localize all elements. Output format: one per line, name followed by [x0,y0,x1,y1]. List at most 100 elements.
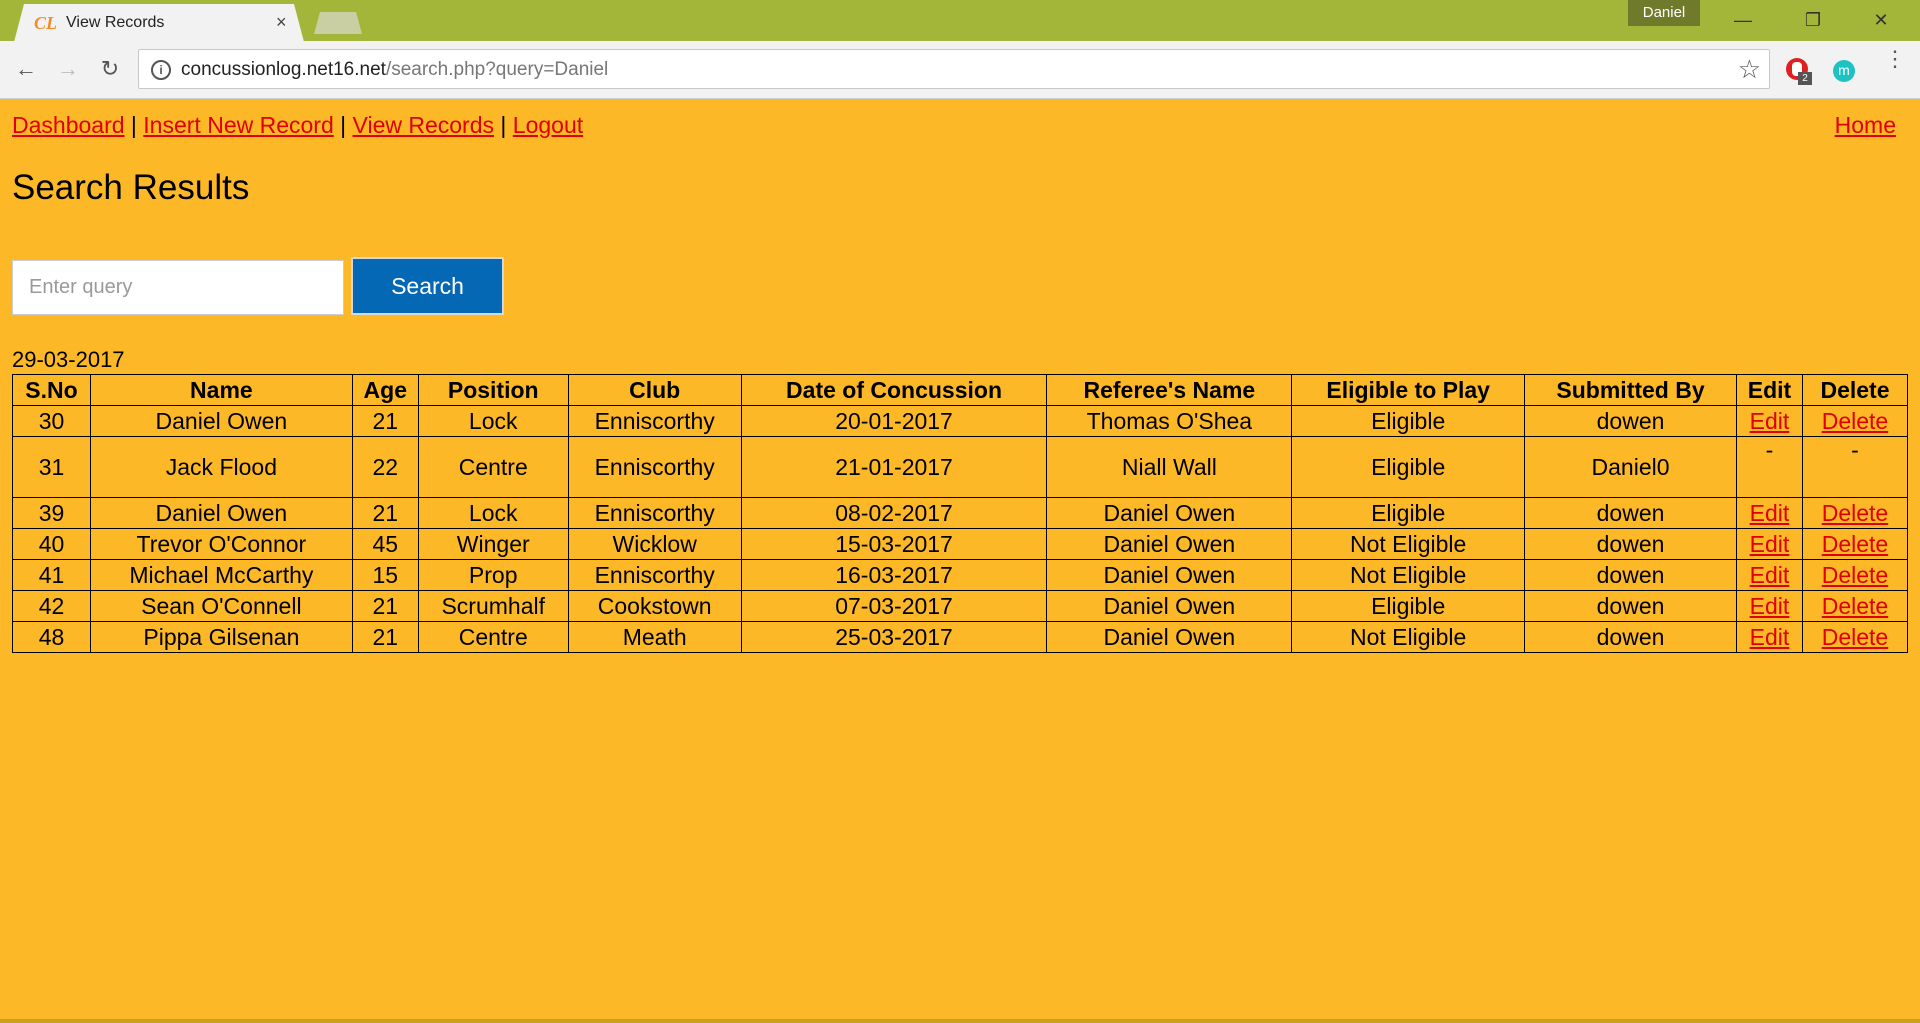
column-header-sno: S.No [12,374,91,406]
cell-date: 21-01-2017 [740,436,1048,498]
nav-link-view-records[interactable]: View Records [353,112,494,138]
url-text[interactable]: concussionlog.net16.net/search.php?query… [181,59,608,81]
edit-link[interactable]: Edit [1750,500,1790,526]
delete-link[interactable]: Delete [1822,531,1888,557]
cell-sno: 42 [12,590,91,622]
site-info-icon[interactable]: i [151,60,171,80]
table-row: 41 Michael McCarthy 15 Prop Enniscorthy … [12,559,1909,591]
nav-link-home[interactable]: Home [1835,112,1896,139]
cell-delete: Delete [1801,497,1909,529]
cell-submitted-by: dowen [1524,559,1737,591]
search-button[interactable]: Search [351,257,504,315]
nav-link-logout[interactable]: Logout [513,112,583,138]
cell-name: Pippa Gilsenan [89,621,353,653]
url-path: /search.php?query=Daniel [385,59,609,80]
column-header-submitted-by: Submitted By [1524,374,1737,406]
edit-link[interactable]: Edit [1750,593,1790,619]
cell-sno: 48 [12,621,91,653]
cell-position: Prop [417,559,569,591]
delete-link[interactable]: Delete [1822,593,1888,619]
cell-sno: 39 [12,497,91,529]
adblock-extension-icon[interactable]: 2 [1784,58,1812,85]
cell-age: 21 [351,621,419,653]
page-content: Dashboard | Insert New Record | View Rec… [0,100,1920,1023]
cell-delete: Delete [1801,405,1909,437]
cell-delete: Delete [1801,590,1909,622]
nav-link-insert-new-record[interactable]: Insert New Record [143,112,333,138]
browser-toolbar: ← → ↻ i concussionlog.net16.net/search.p… [0,41,1920,99]
cell-eligible: Not Eligible [1291,621,1526,653]
cell-eligible: Eligible [1291,497,1526,529]
chrome-menu-icon[interactable]: ⋮ [1884,48,1906,85]
column-header-age: Age [351,374,419,406]
column-header-position: Position [417,374,569,406]
table-row: 42 Sean O'Connell 21 Scrumhalf Cookstown… [12,590,1909,622]
url-domain: concussionlog.net16.net [181,59,386,80]
page-title: Search Results [12,168,250,207]
cell-position: Lock [417,405,569,437]
delete-link[interactable]: Delete [1822,408,1888,434]
cell-position: Centre [417,436,569,498]
cell-club: Enniscorthy [567,436,742,498]
reload-icon[interactable]: ↻ [94,53,126,85]
cell-age: 45 [351,528,419,560]
minimize-icon[interactable]: — [1720,4,1766,36]
cell-club: Enniscorthy [567,497,742,529]
cell-sno: 41 [12,559,91,591]
delete-link[interactable]: Delete [1822,562,1888,588]
cell-referee: Daniel Owen [1046,528,1293,560]
restore-icon[interactable]: ❐ [1790,4,1836,36]
nav-link-dashboard[interactable]: Dashboard [12,112,125,138]
table-row: 30 Daniel Owen 21 Lock Enniscorthy 20-01… [12,405,1909,437]
cell-delete: Delete [1801,559,1909,591]
profile-button[interactable]: Daniel [1628,0,1700,26]
cell-submitted-by: dowen [1524,497,1737,529]
delete-link[interactable]: Delete [1822,624,1888,650]
column-header-eligible: Eligible to Play [1291,374,1526,406]
search-input[interactable] [12,260,344,315]
cell-delete: Delete [1801,528,1909,560]
nav-separator: | [340,112,347,138]
edit-link[interactable]: Edit [1750,408,1790,434]
cell-name: Michael McCarthy [89,559,353,591]
top-navigation: Dashboard | Insert New Record | View Rec… [12,112,583,139]
cell-position: Lock [417,497,569,529]
cell-referee: Niall Wall [1046,436,1293,498]
cell-age: 21 [351,590,419,622]
cell-club: Wicklow [567,528,742,560]
cell-sno: 40 [12,528,91,560]
column-header-name: Name [89,374,353,406]
cell-age: 22 [351,436,419,498]
window-close-icon[interactable]: ✕ [1858,4,1904,36]
cell-name: Trevor O'Connor [89,528,353,560]
cell-submitted-by: dowen [1524,405,1737,437]
cell-referee: Daniel Owen [1046,559,1293,591]
cell-referee: Daniel Owen [1046,590,1293,622]
cell-age: 21 [351,405,419,437]
cell-eligible: Eligible [1291,436,1526,498]
tab-close-icon[interactable]: × [276,12,287,33]
nav-separator: | [500,112,507,138]
delete-link[interactable]: Delete [1822,500,1888,526]
column-header-edit: Edit [1735,374,1803,406]
cell-position: Winger [417,528,569,560]
cell-name: Daniel Owen [89,497,353,529]
cell-referee: Daniel Owen [1046,497,1293,529]
extension-badge: 2 [1798,72,1812,85]
cell-delete-unavailable: - [1801,436,1909,498]
edit-link[interactable]: Edit [1750,531,1790,557]
cell-date: 20-01-2017 [740,405,1048,437]
forward-arrow-icon[interactable]: → [52,53,84,85]
back-arrow-icon[interactable]: ← [10,53,42,85]
cell-edit: Edit [1735,559,1803,591]
cell-submitted-by: dowen [1524,621,1737,653]
extension-m-icon[interactable]: m [1833,60,1855,82]
cell-referee: Daniel Owen [1046,621,1293,653]
column-header-club: Club [567,374,742,406]
bookmark-star-icon[interactable]: ☆ [1738,54,1761,85]
browser-tab-active[interactable]: CL View Records × [14,4,304,42]
new-tab-button[interactable] [314,12,362,34]
address-bar[interactable]: i concussionlog.net16.net/search.php?que… [138,49,1770,89]
edit-link[interactable]: Edit [1750,624,1790,650]
edit-link[interactable]: Edit [1750,562,1790,588]
